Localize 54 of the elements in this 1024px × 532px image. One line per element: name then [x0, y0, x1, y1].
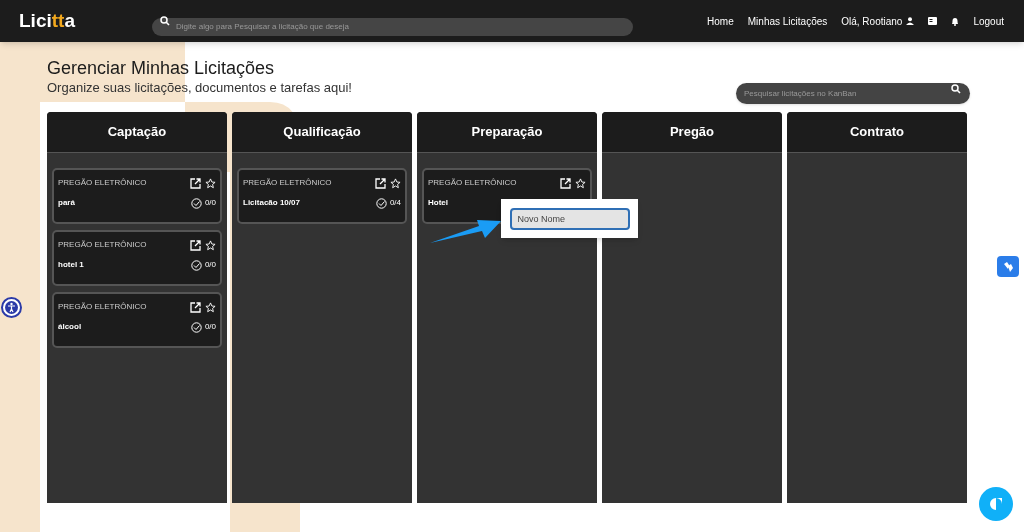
external-link-icon[interactable] — [190, 301, 201, 313]
licitacao-card[interactable]: PREGÃO ELETRÔNICO Licitacão 10/07 0/4 — [237, 168, 407, 224]
card-name: pará — [58, 197, 75, 209]
card-icon[interactable] — [928, 17, 938, 25]
accessibility-icon — [5, 301, 18, 314]
external-link-icon[interactable] — [560, 177, 571, 189]
external-link-icon[interactable] — [375, 177, 386, 189]
bell-icon[interactable] — [951, 16, 960, 26]
nav-link[interactable]: Minhas Licitações — [747, 13, 828, 29]
column-title: Qualificação — [283, 123, 361, 142]
card-name: Hotel — [428, 197, 448, 209]
column-title: Preparação — [471, 123, 543, 142]
check-icon — [190, 321, 202, 333]
star-icon[interactable] — [205, 239, 216, 251]
licitacao-card[interactable]: PREGÃO ELETRÔNICO álcool 0/0 — [52, 292, 222, 348]
kanban-search-field[interactable]: Pesquisar licitações no KanBan — [736, 83, 970, 104]
licitacao-card[interactable]: PREGÃO ELETRÔNICO pará 0/0 — [52, 168, 222, 224]
logout-link[interactable]: Logout — [973, 13, 1004, 29]
card-name: Licitacão 10/07 — [243, 197, 300, 209]
check-icon — [375, 197, 387, 209]
name-input[interactable]: Novo Nome — [509, 207, 630, 230]
logo[interactable]: Licitta — [19, 6, 152, 36]
star-icon[interactable] — [575, 177, 586, 189]
external-link-icon[interactable] — [190, 239, 201, 251]
card-type: PREGÃO ELETRÔNICO — [243, 177, 332, 189]
card-type: PREGÃO ELETRÔNICO — [58, 177, 147, 189]
licitacao-card[interactable]: PREGÃO ELETRÔNICO hotel 1 0/0 — [52, 230, 222, 286]
card-type: PREGÃO ELETRÔNICO — [428, 177, 517, 189]
column-title: Captação — [107, 123, 167, 142]
nav-link[interactable]: Home — [707, 13, 734, 29]
external-link-icon[interactable] — [190, 177, 201, 189]
card-type: PREGÃO ELETRÔNICO — [58, 301, 147, 313]
task-count: 0/0 — [204, 197, 216, 209]
card-type: PREGÃO ELETRÔNICO — [58, 239, 147, 251]
column-title: Contrato — [849, 123, 905, 142]
search-icon[interactable] — [951, 84, 961, 94]
sign-language-button[interactable] — [997, 256, 1019, 277]
column-title: Pregão — [669, 123, 715, 142]
page-title: Gerenciar Minhas Licitações — [47, 57, 276, 79]
star-icon[interactable] — [205, 177, 216, 189]
user-link[interactable]: Olá, Rootiano — [841, 13, 915, 29]
search-icon — [160, 16, 170, 26]
task-count: 0/4 — [389, 197, 401, 209]
star-icon[interactable] — [205, 301, 216, 313]
user-icon — [906, 17, 915, 25]
task-count: 0/0 — [204, 259, 216, 271]
star-icon[interactable] — [390, 177, 401, 189]
card-name: hotel 1 — [58, 259, 84, 271]
card-name: álcool — [58, 321, 82, 333]
check-icon — [190, 197, 202, 209]
task-count: 0/0 — [204, 321, 216, 333]
check-icon — [190, 259, 202, 271]
search-field[interactable]: Digite algo para Pesquisar a licitação que deseja — [152, 17, 633, 36]
page-subtitle: Organize suas licitações, documentos e tarefas aqui! — [47, 79, 352, 96]
